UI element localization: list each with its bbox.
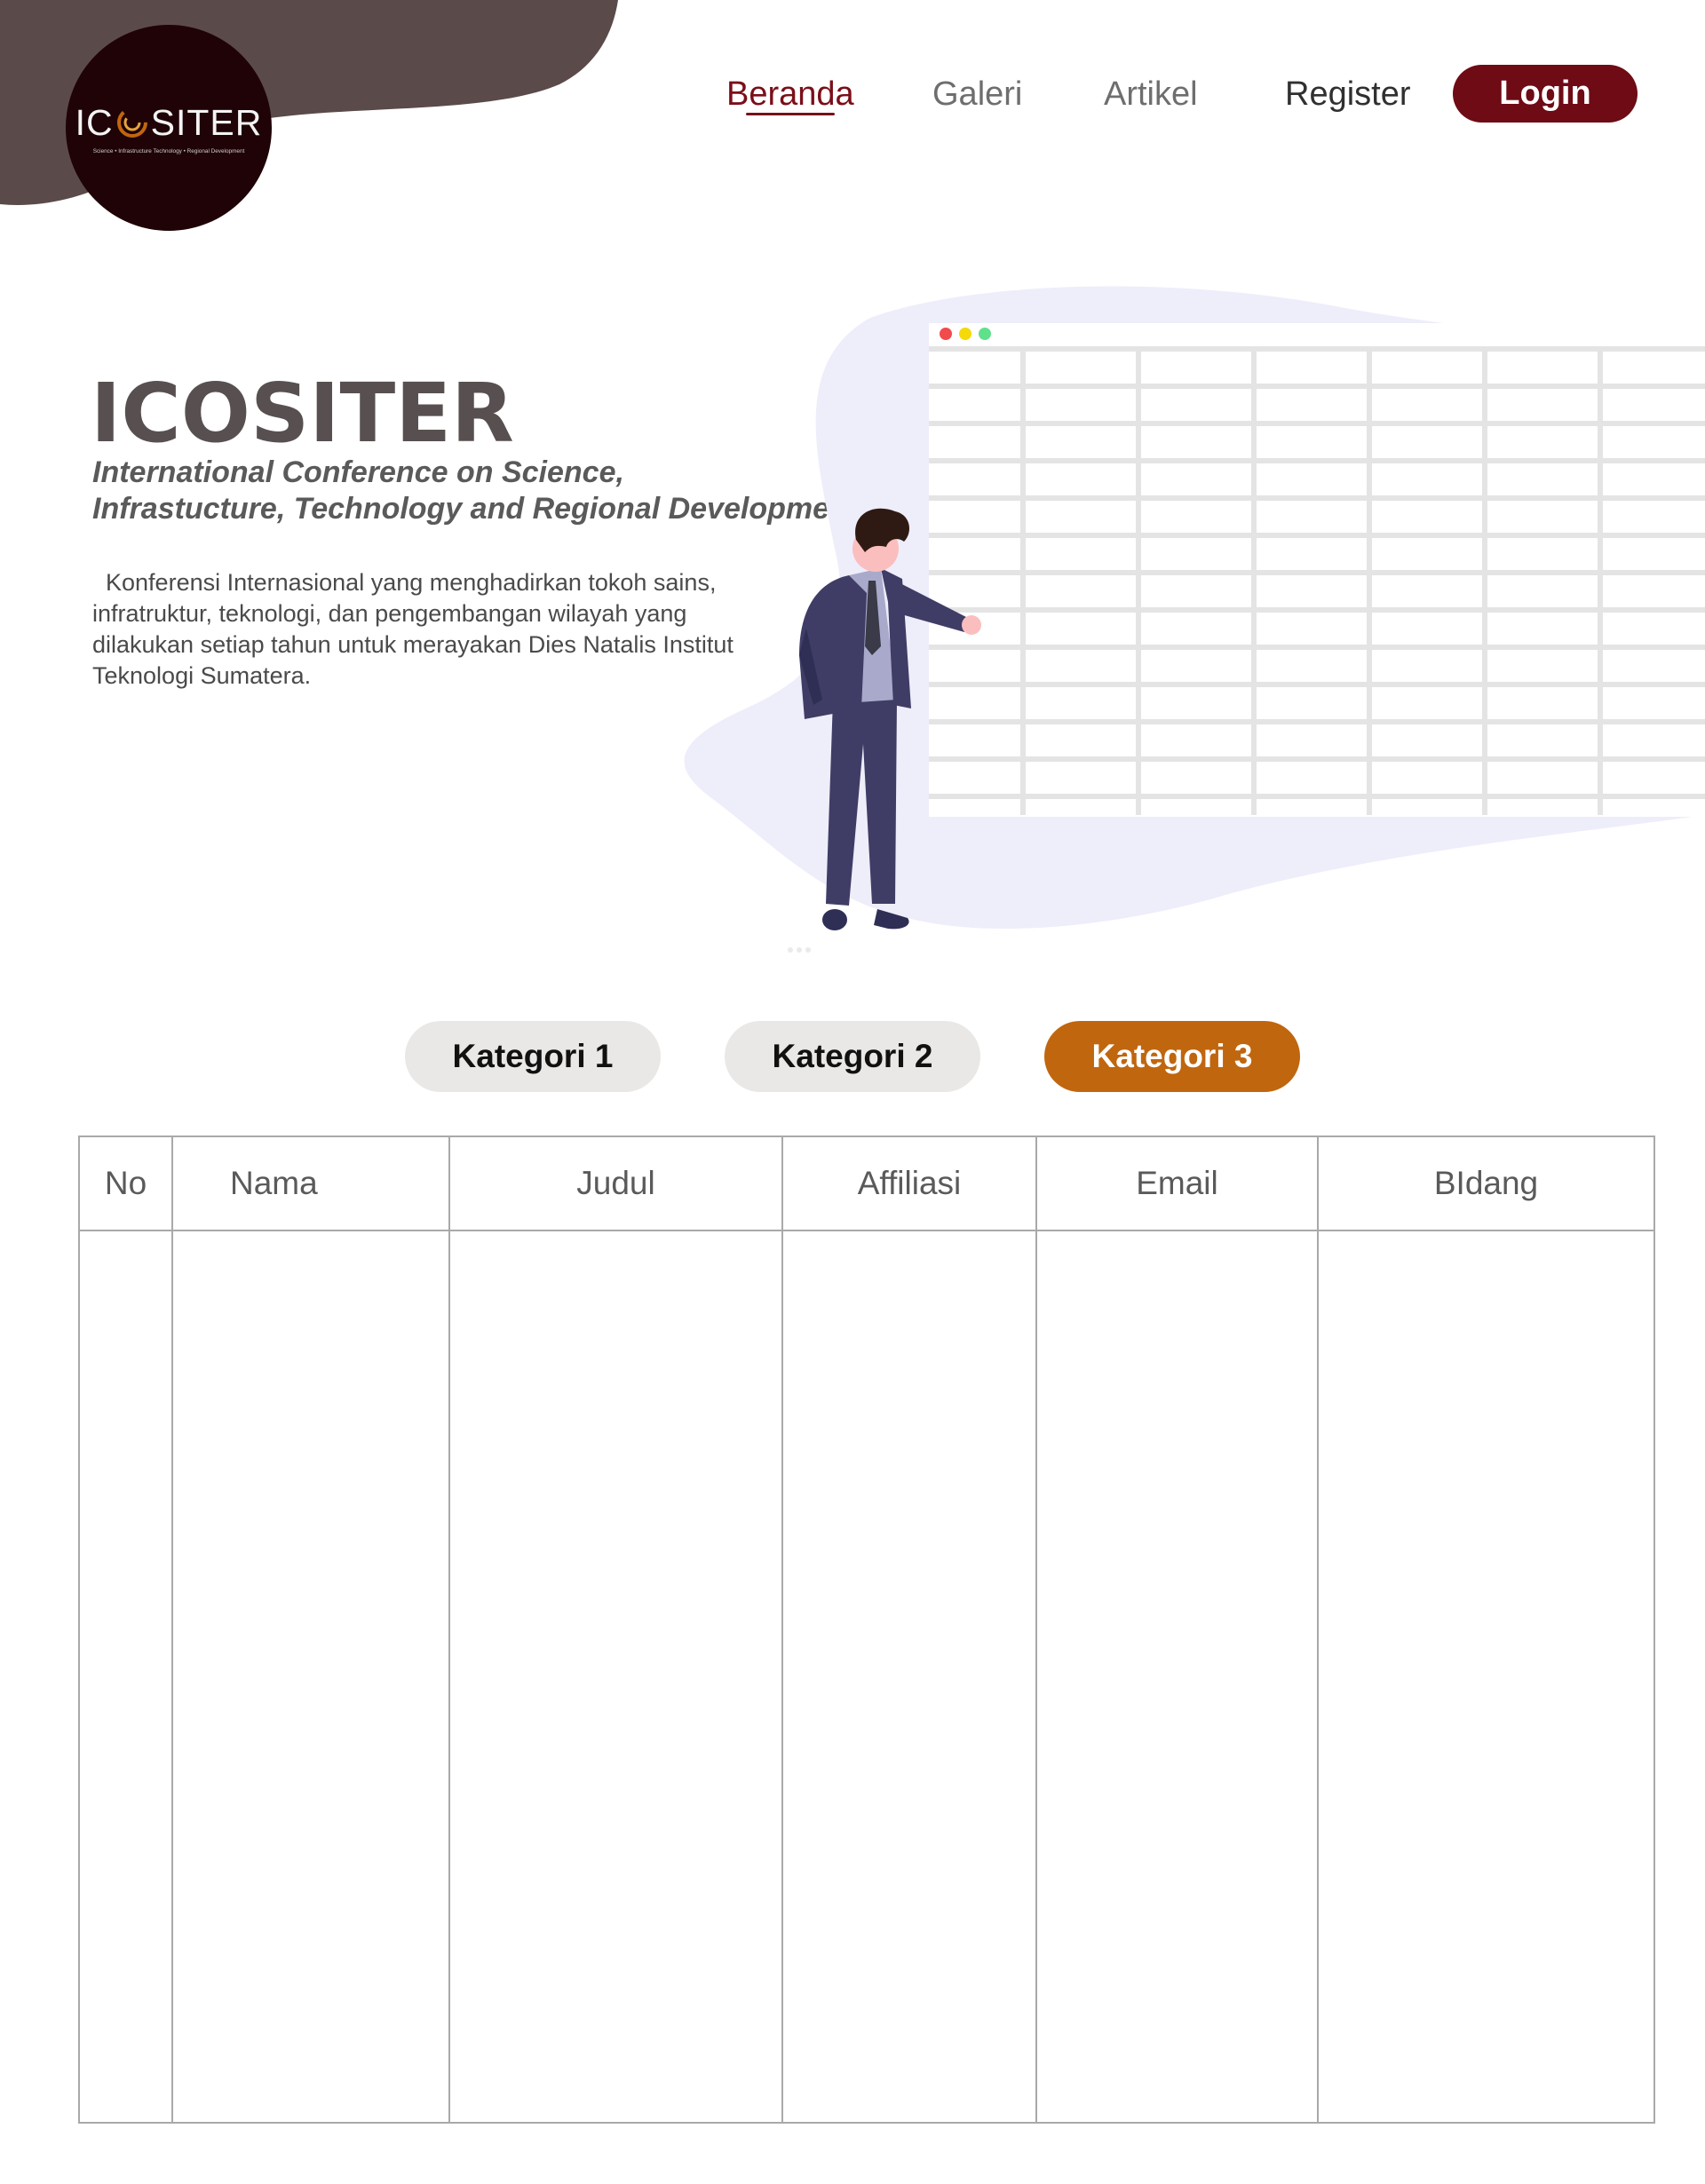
table-cell [448,1230,783,2123]
column-header-affiliasi[interactable]: Affiliasi [781,1136,1037,1231]
presenter-spreadsheet-illustration [684,286,1705,953]
table-cell [171,1230,450,2123]
tab-kategori-3[interactable]: Kategori 3 [1044,1021,1300,1092]
table-body-empty [78,1230,1655,2123]
nav-link-beranda[interactable]: Beranda [726,69,854,119]
column-header-no[interactable]: No [78,1136,173,1231]
nav-link-galeri[interactable]: Galeri [932,69,1022,119]
nav-link-artikel[interactable]: Artikel [1104,69,1198,119]
column-header-judul[interactable]: Judul [448,1136,783,1231]
tab-kategori-2[interactable]: Kategori 2 [725,1021,980,1092]
table-header-row: No Nama Judul Affiliasi Email BIdang [78,1136,1655,1231]
table-cell [781,1230,1037,2123]
main-nav: Beranda Galeri Artikel Register [0,69,1705,119]
participants-table: No Nama Judul Affiliasi Email BIdang [78,1136,1655,2124]
column-header-bidang[interactable]: BIdang [1317,1136,1655,1231]
table-cell [78,1230,173,2123]
logo-tagline: Science • Infrastructure Technology • Re… [92,147,245,154]
table-cell [1317,1230,1655,2123]
hero-title: ICOSITER [91,366,514,461]
nav-link-register[interactable]: Register [1285,69,1411,119]
logo[interactable]: IC SITER Science • Infrastructure Techno… [66,25,272,231]
login-button[interactable]: Login [1453,65,1638,123]
column-header-email[interactable]: Email [1035,1136,1319,1231]
table-cell [1035,1230,1319,2123]
tab-kategori-1[interactable]: Kategori 1 [405,1021,661,1092]
column-header-nama[interactable]: Nama [171,1136,450,1231]
